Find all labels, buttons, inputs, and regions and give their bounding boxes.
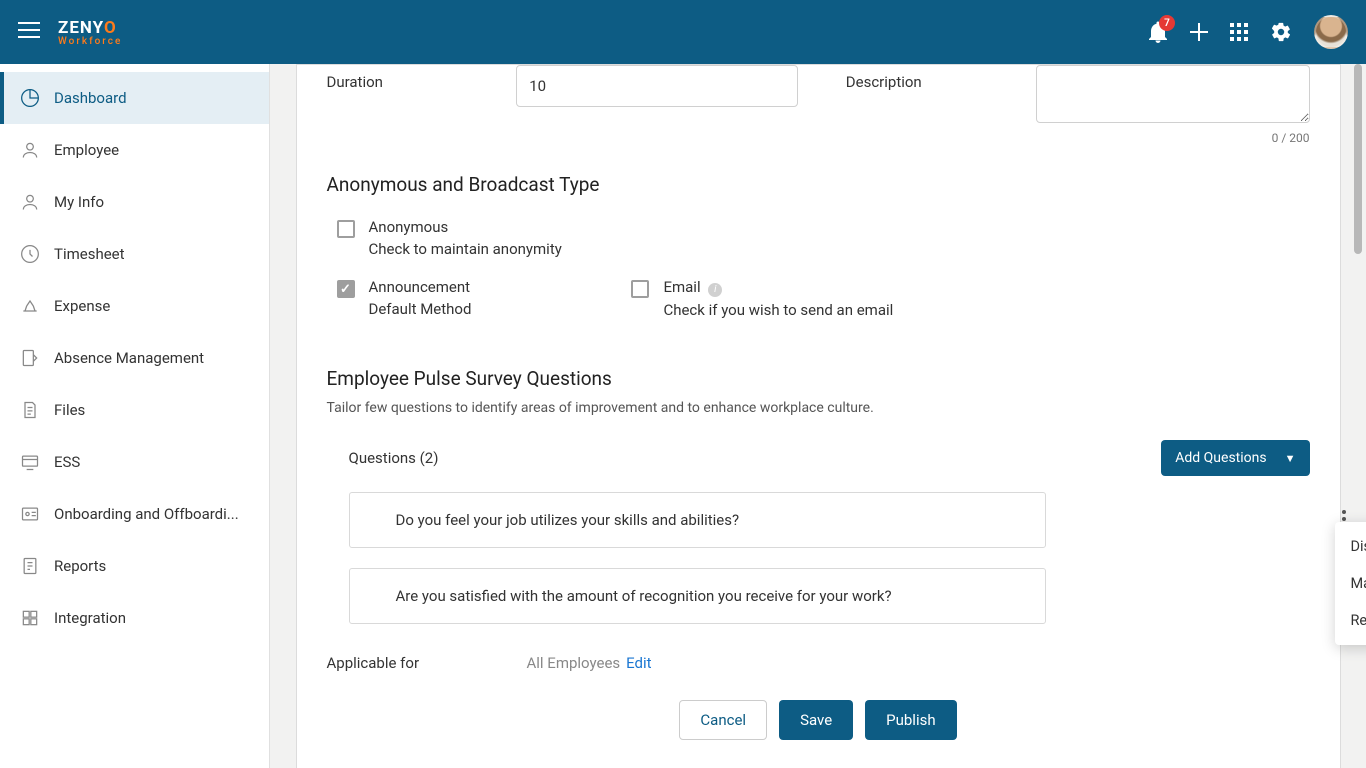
sidebar-item-dashboard[interactable]: Dashboard — [0, 72, 269, 124]
sidebar-item-label: My Info — [54, 193, 104, 211]
person-icon — [20, 140, 40, 160]
sidebar-item-onboarding[interactable]: Onboarding and Offboardi... — [0, 488, 269, 540]
integration-icon — [20, 608, 40, 628]
expense-icon — [20, 296, 40, 316]
email-checkbox-row: Email i Check if you wish to send an ema… — [631, 278, 893, 319]
sidebar-item-label: Dashboard — [54, 89, 127, 107]
logo-subtitle: Workforce — [58, 36, 122, 47]
scrollbar-track[interactable] — [1350, 64, 1364, 764]
sidebar-item-label: Integration — [54, 609, 126, 627]
anonymous-desc: Check to maintain anonymity — [369, 240, 562, 258]
sidebar-item-label: Expense — [54, 297, 110, 315]
app-header: ZENYO Workforce 7 — [0, 0, 1366, 64]
survey-form-card: Duration Description 0 / 200 Anonymous a… — [296, 64, 1341, 768]
save-button[interactable]: Save — [779, 700, 853, 740]
sidebar-item-label: ESS — [54, 453, 80, 471]
add-icon[interactable] — [1190, 23, 1208, 41]
edit-link[interactable]: Edit — [626, 654, 651, 672]
person-icon — [20, 192, 40, 212]
add-questions-button[interactable]: Add Questions▼ — [1161, 440, 1309, 476]
section-questions-desc: Tailor few questions to identify areas o… — [327, 400, 1310, 416]
onboarding-icon — [20, 504, 40, 524]
announcement-checkbox[interactable]: ✓ — [337, 280, 355, 298]
announcement-desc: Default Method — [369, 300, 472, 318]
clock-icon — [20, 244, 40, 264]
applicable-for-row: Applicable for All Employees Edit — [327, 654, 1310, 672]
user-avatar[interactable] — [1314, 15, 1348, 49]
applicable-value: All Employees — [527, 654, 621, 672]
email-checkbox[interactable] — [631, 280, 649, 298]
sidebar-item-label: Timesheet — [54, 245, 125, 263]
section-questions-title: Employee Pulse Survey Questions — [327, 367, 1310, 390]
chevron-down-icon: ▼ — [1285, 452, 1296, 465]
questions-count: Questions (2) — [349, 449, 439, 467]
menu-toggle-icon[interactable] — [18, 22, 40, 42]
announcement-label: Announcement — [369, 278, 472, 296]
question-row-2: Are you satisfied with the amount of rec… — [327, 568, 1310, 624]
anonymous-checkbox-row: Anonymous Check to maintain anonymity — [337, 218, 1310, 258]
ess-icon — [20, 452, 40, 472]
duration-input[interactable] — [516, 65, 798, 107]
absence-icon — [20, 348, 40, 368]
description-label: Description — [846, 65, 1036, 91]
sidebar-item-label: Employee — [54, 141, 119, 159]
char-count: 0 / 200 — [1036, 131, 1310, 145]
menu-mark-required[interactable]: Mark as required — [1335, 565, 1366, 602]
sidebar-item-label: Reports — [54, 557, 106, 575]
main-content: Duration Description 0 / 200 Anonymous a… — [270, 64, 1366, 768]
publish-button[interactable]: Publish — [865, 700, 956, 740]
logo-text-accent: O — [104, 18, 117, 38]
sidebar-item-label: Absence Management — [54, 349, 204, 367]
file-icon — [20, 400, 40, 420]
question-context-menu: Disable Comments Mark as required Remove — [1335, 522, 1366, 645]
sidebar-item-expense[interactable]: Expense — [0, 280, 269, 332]
anonymous-checkbox[interactable] — [337, 220, 355, 238]
sidebar-item-ess[interactable]: ESS — [0, 436, 269, 488]
questions-header: Questions (2) Add Questions▼ — [349, 440, 1310, 476]
question-row-1: Do you feel your job utilizes your skill… — [327, 492, 1310, 548]
sidebar-item-absence[interactable]: Absence Management — [0, 332, 269, 384]
email-desc: Check if you wish to send an email — [663, 301, 893, 319]
sidebar-item-employee[interactable]: Employee — [0, 124, 269, 176]
notifications-icon[interactable]: 7 — [1148, 21, 1168, 43]
sidebar-item-label: Files — [54, 401, 85, 419]
scrollbar-thumb[interactable] — [1354, 64, 1362, 254]
info-icon[interactable]: i — [708, 283, 722, 297]
section-anonymous-title: Anonymous and Broadcast Type — [327, 173, 1310, 196]
menu-disable-comments[interactable]: Disable Comments — [1335, 528, 1366, 565]
logo: ZENYO Workforce — [58, 18, 122, 47]
dashboard-icon — [20, 88, 40, 108]
applicable-label: Applicable for — [327, 654, 527, 672]
sidebar-nav: Dashboard Employee My Info Timesheet Exp… — [0, 64, 270, 768]
reports-icon — [20, 556, 40, 576]
question-text[interactable]: Are you satisfied with the amount of rec… — [349, 568, 1046, 624]
description-textarea[interactable] — [1036, 65, 1310, 123]
logo-text-main: ZENY — [58, 18, 104, 38]
announcement-checkbox-row: ✓ Announcement Default Method — [337, 278, 472, 319]
sidebar-item-files[interactable]: Files — [0, 384, 269, 436]
apps-grid-icon[interactable] — [1230, 23, 1248, 41]
notification-badge: 7 — [1159, 15, 1175, 31]
menu-remove[interactable]: Remove — [1335, 602, 1366, 639]
anonymous-label: Anonymous — [369, 218, 562, 236]
cancel-button[interactable]: Cancel — [679, 700, 767, 740]
sidebar-item-reports[interactable]: Reports — [0, 540, 269, 592]
check-icon: ✓ — [340, 282, 351, 297]
sidebar-item-myinfo[interactable]: My Info — [0, 176, 269, 228]
sidebar-item-integration[interactable]: Integration — [0, 592, 269, 644]
sidebar-item-timesheet[interactable]: Timesheet — [0, 228, 269, 280]
form-actions: Cancel Save Publish — [327, 700, 1310, 740]
email-label: Email i — [663, 278, 893, 297]
sidebar-item-label: Onboarding and Offboardi... — [54, 505, 239, 523]
settings-gear-icon[interactable] — [1270, 21, 1292, 43]
question-text[interactable]: Do you feel your job utilizes your skill… — [349, 492, 1046, 548]
duration-label: Duration — [327, 65, 517, 91]
